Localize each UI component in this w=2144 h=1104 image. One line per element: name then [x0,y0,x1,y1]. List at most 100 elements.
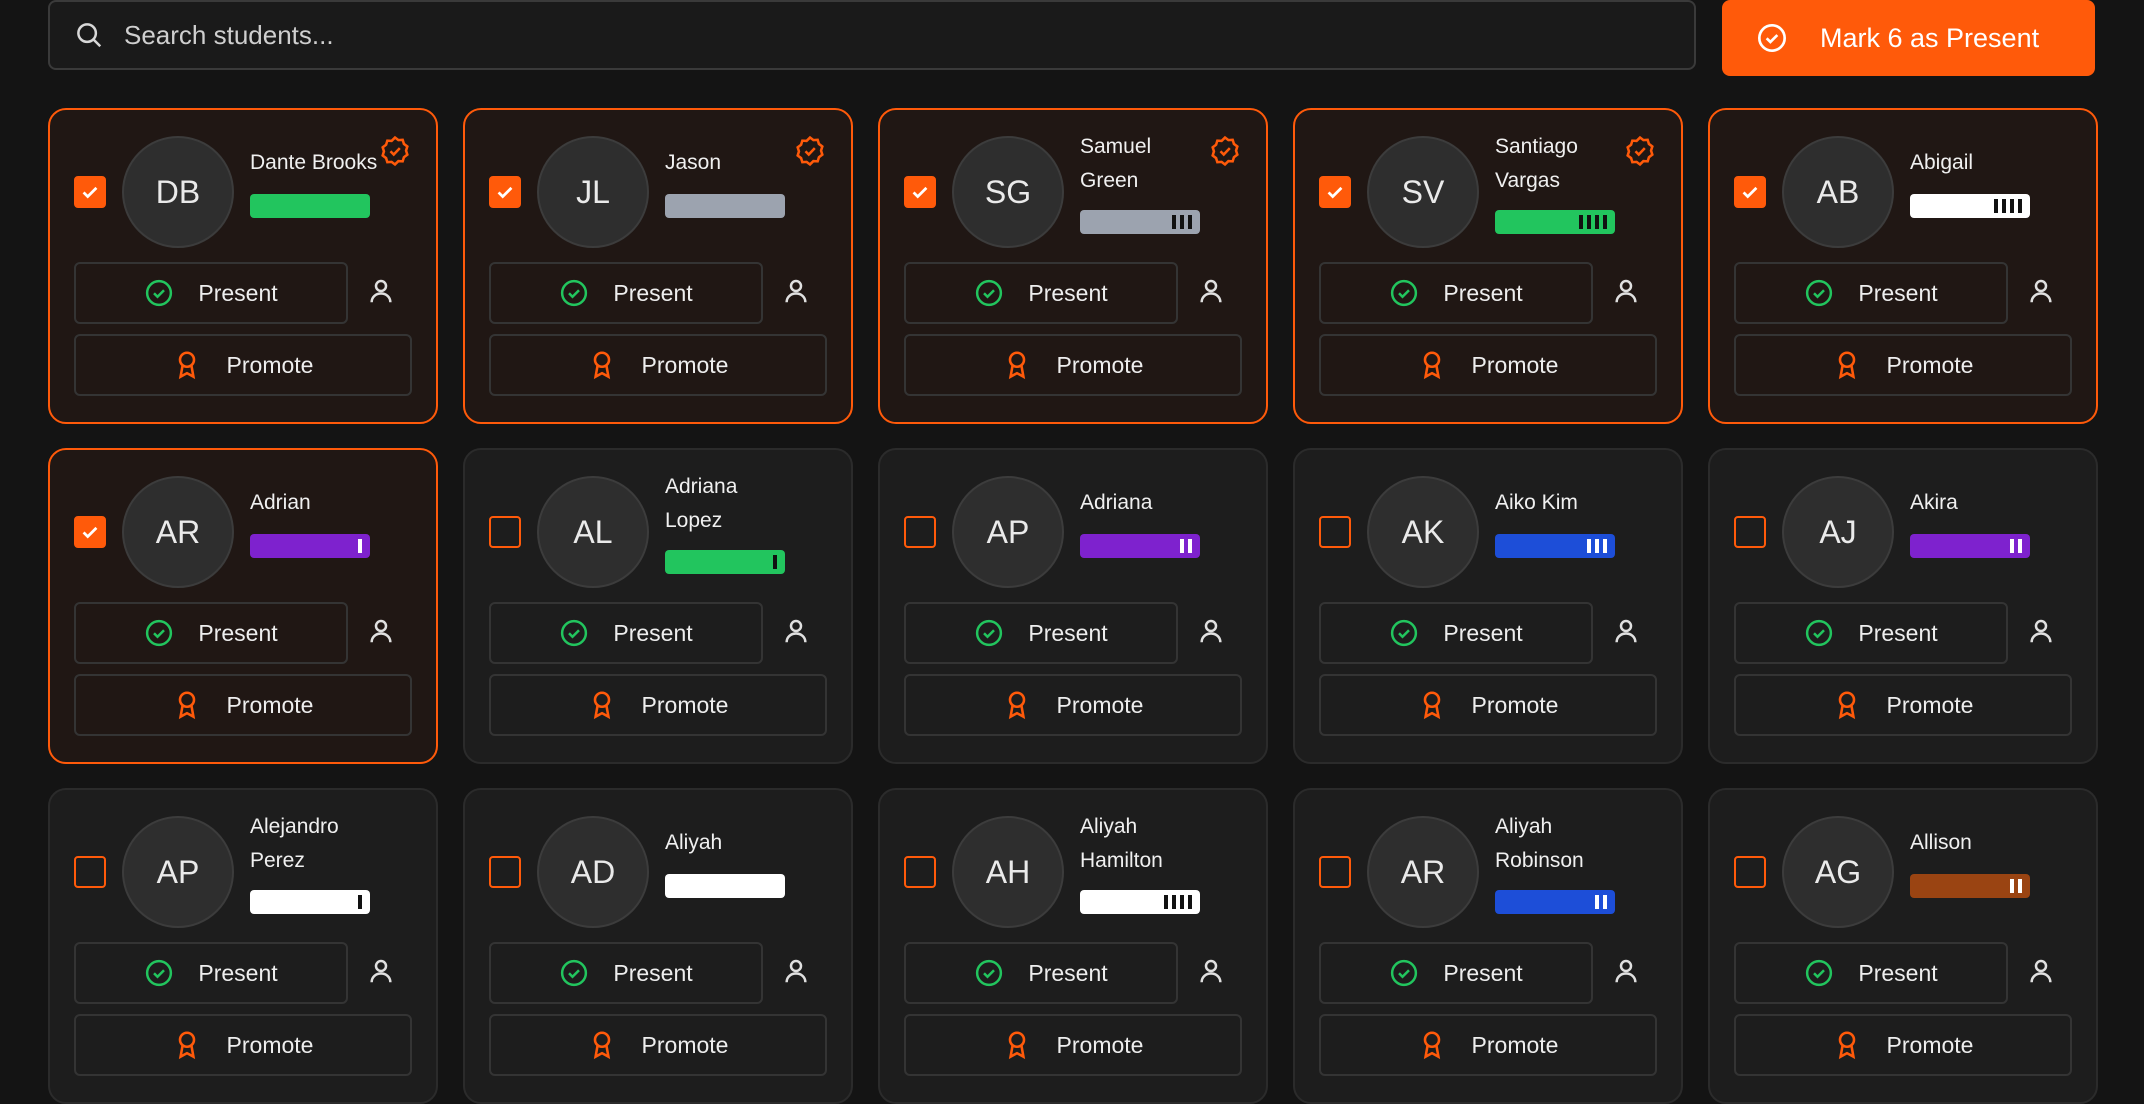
present-button[interactable]: Present [489,602,763,664]
user-profile-icon[interactable] [366,276,396,306]
user-profile-icon[interactable] [366,616,396,646]
search-bar[interactable] [48,0,1696,70]
student-card[interactable]: AJ Akira Present Promote [1708,448,2098,764]
present-button[interactable]: Present [904,262,1178,324]
present-button[interactable]: Present [1734,942,2008,1004]
select-checkbox[interactable] [1319,516,1351,548]
present-button[interactable]: Present [904,942,1178,1004]
award-ribbon-icon [1008,691,1025,720]
user-profile-icon[interactable] [1611,276,1641,306]
check-circle-icon [146,619,173,647]
select-checkbox[interactable] [1734,516,1766,548]
user-profile-icon[interactable] [2026,956,2056,986]
belt-stripe [1180,215,1184,229]
present-button[interactable]: Present [489,262,763,324]
user-profile-icon[interactable] [1611,956,1641,986]
mark-present-button[interactable]: Mark 6 as Present [1722,0,2095,76]
student-name: Adriana [1080,491,1153,514]
promote-button[interactable]: Promote [1734,674,2072,736]
user-profile-icon[interactable] [781,956,811,986]
select-checkbox[interactable] [904,176,936,208]
select-checkbox[interactable] [904,516,936,548]
award-ribbon-icon [1423,691,1440,720]
check-icon [912,186,928,199]
student-card[interactable]: AR Adrian Present Promote [48,448,438,764]
belt-rank-bar [1495,534,1615,558]
present-button[interactable]: Present [1319,262,1593,324]
user-profile-icon[interactable] [2026,276,2056,306]
student-card[interactable]: AP Adriana Present Promote [878,448,1268,764]
belt-rank-bar [250,534,370,558]
select-checkbox[interactable] [489,176,521,208]
select-checkbox[interactable] [489,856,521,888]
select-checkbox[interactable] [1319,856,1351,888]
student-card[interactable]: JL Jason Present Promote [463,108,853,424]
user-profile-icon[interactable] [1196,956,1226,986]
student-card[interactable]: SV Santiago Vargas Present Promote [1293,108,1683,424]
select-checkbox[interactable] [1734,856,1766,888]
user-profile-icon[interactable] [781,276,811,306]
promote-button[interactable]: Promote [1734,1014,2072,1076]
promote-button[interactable]: Promote [1319,334,1657,396]
present-button[interactable]: Present [489,942,763,1004]
promote-button[interactable]: Promote [74,1014,412,1076]
award-ribbon-icon [1423,1031,1440,1060]
present-button[interactable]: Present [74,602,348,664]
belt-stripe [1579,215,1583,229]
belt-rank-bar [1495,890,1615,914]
student-name: Adrian [250,491,311,514]
search-input[interactable] [122,18,1694,52]
promote-button[interactable]: Promote [904,334,1242,396]
present-button[interactable]: Present [74,942,348,1004]
student-card[interactable]: SG Samuel Green Present Promote [878,108,1268,424]
belt-stripe [1603,895,1607,909]
promote-button[interactable]: Promote [74,334,412,396]
student-card[interactable]: AK Aiko Kim Present Promote [1293,448,1683,764]
select-checkbox[interactable] [904,856,936,888]
select-checkbox[interactable] [489,516,521,548]
present-button[interactable]: Present [1319,942,1593,1004]
student-card[interactable]: AL Adriana Lopez Present Promote [463,448,853,764]
student-card[interactable]: DB Dante Brooks Present Promote [48,108,438,424]
promote-button[interactable]: Promote [489,1014,827,1076]
promote-button[interactable]: Promote [489,334,827,396]
promote-button[interactable]: Promote [1734,334,2072,396]
student-card[interactable]: AR Aliyah Robinson Present Promote [1293,788,1683,1104]
user-profile-icon[interactable] [1611,616,1641,646]
select-checkbox[interactable] [1734,176,1766,208]
belt-stripe [2010,539,2014,553]
present-button[interactable]: Present [904,602,1178,664]
check-circle-icon [1806,619,1833,647]
user-profile-icon[interactable] [2026,616,2056,646]
promote-button[interactable]: Promote [1319,1014,1657,1076]
student-card[interactable]: AP Alejandro Perez Present Promote [48,788,438,1104]
user-profile-icon[interactable] [781,616,811,646]
present-button[interactable]: Present [74,262,348,324]
present-button[interactable]: Present [1734,262,2008,324]
avatar: AP [952,476,1064,588]
select-checkbox[interactable] [74,516,106,548]
student-card[interactable]: AH Aliyah Hamilton Present Promote [878,788,1268,1104]
user-profile-icon[interactable] [366,956,396,986]
promote-button[interactable]: Promote [489,674,827,736]
user-profile-icon[interactable] [1196,276,1226,306]
student-name: Aiko Kim [1495,491,1578,514]
promote-button[interactable]: Promote [904,674,1242,736]
select-checkbox[interactable] [1319,176,1351,208]
student-card[interactable]: AD Aliyah Present Promote [463,788,853,1104]
select-checkbox[interactable] [74,856,106,888]
avatar: AR [1367,816,1479,928]
user-profile-icon[interactable] [1196,616,1226,646]
present-button[interactable]: Present [1319,602,1593,664]
promote-label: Promote [1471,691,1559,718]
student-card[interactable]: AG Allison Present Promote [1708,788,2098,1104]
student-card[interactable]: AB Abigail Present Promote [1708,108,2098,424]
promote-label: Promote [641,1031,729,1058]
verified-badge-icon [796,135,824,167]
select-checkbox[interactable] [74,176,106,208]
award-ribbon-icon [1008,1031,1025,1060]
present-button[interactable]: Present [1734,602,2008,664]
promote-button[interactable]: Promote [1319,674,1657,736]
promote-button[interactable]: Promote [74,674,412,736]
promote-button[interactable]: Promote [904,1014,1242,1076]
